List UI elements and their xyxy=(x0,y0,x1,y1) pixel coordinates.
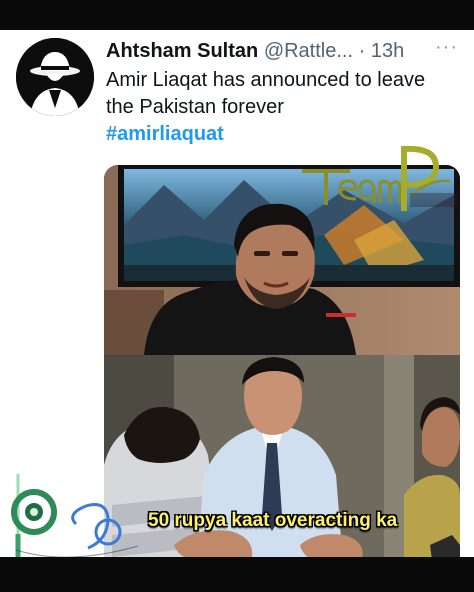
meme-subtitle: 50 rupya kaat overacting ka xyxy=(148,510,398,531)
more-options-icon[interactable]: ··· xyxy=(435,36,458,59)
display-name[interactable]: Ahtsham Sultan xyxy=(106,40,258,62)
tweet-media[interactable]: 50 rupya kaat overacting ka xyxy=(104,165,460,575)
hashtag-link[interactable]: #amirliaquat xyxy=(106,121,224,148)
top-black-bar xyxy=(0,0,474,30)
team-pakicelebs-logo xyxy=(302,145,458,211)
meme-bottom-panel-image xyxy=(104,355,460,575)
tweet-header: Ahtsham Sultan @Rattle... · 13h xyxy=(106,39,466,63)
avatar[interactable] xyxy=(16,38,94,116)
bottom-black-bar xyxy=(0,557,474,592)
hat-silhouette-icon xyxy=(16,38,94,116)
separator-dot: · xyxy=(358,40,366,62)
tweet-text: Amir Liaqat has announced to leave the P… xyxy=(106,69,426,118)
timestamp[interactable]: 13h xyxy=(371,40,404,62)
tweet-card[interactable]: Ahtsham Sultan @Rattle... · 13h ··· Amir… xyxy=(0,30,474,578)
handle[interactable]: @Rattle... xyxy=(264,40,353,62)
